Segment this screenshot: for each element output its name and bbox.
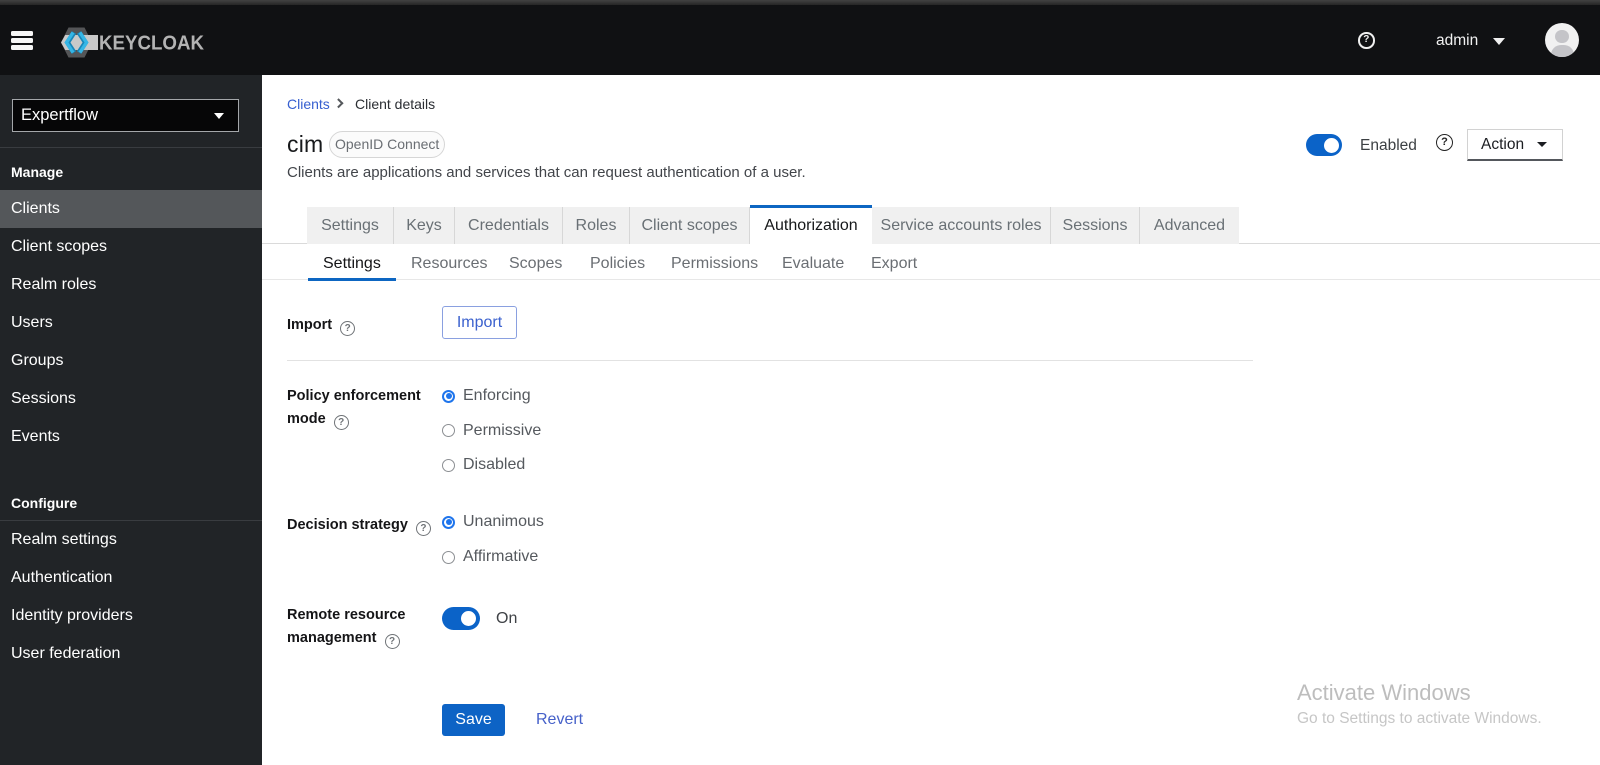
svg-text:KEYCLOAK: KEYCLOAK [99,33,205,55]
